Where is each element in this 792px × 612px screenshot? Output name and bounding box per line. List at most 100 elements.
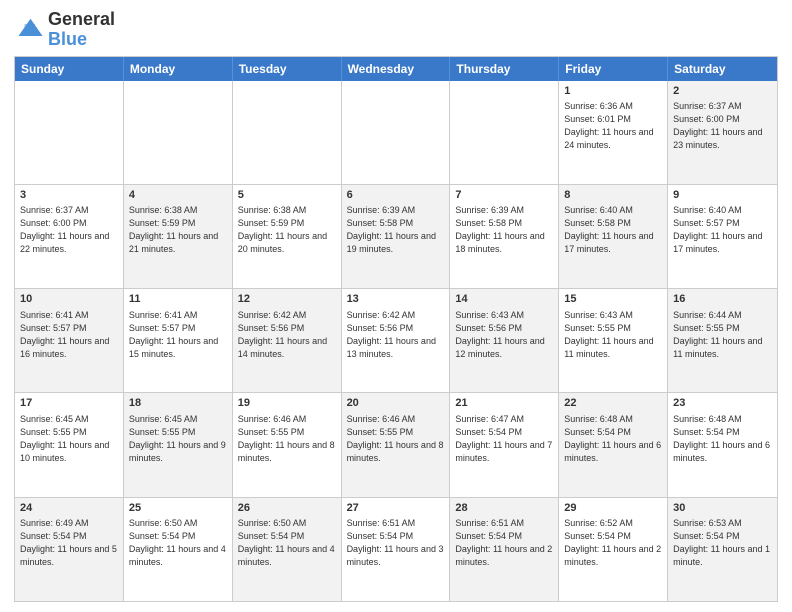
cell-info: Sunrise: 6:46 AM Sunset: 5:55 PM Dayligh…: [347, 413, 445, 465]
cell-info: Sunrise: 6:50 AM Sunset: 5:54 PM Dayligh…: [238, 517, 336, 569]
header-day-saturday: Saturday: [668, 57, 777, 81]
day-number: 9: [673, 188, 772, 203]
header-day-tuesday: Tuesday: [233, 57, 342, 81]
header-day-sunday: Sunday: [15, 57, 124, 81]
calendar-cell-day-15: 15Sunrise: 6:43 AM Sunset: 5:55 PM Dayli…: [559, 289, 668, 392]
cell-info: Sunrise: 6:48 AM Sunset: 5:54 PM Dayligh…: [673, 413, 772, 465]
day-number: 20: [347, 396, 445, 411]
calendar-cell-day-8: 8Sunrise: 6:40 AM Sunset: 5:58 PM Daylig…: [559, 185, 668, 288]
calendar-cell-day-19: 19 Sunrise: 6:46 AM Sunset: 5:55 PM Dayli…: [233, 393, 342, 496]
calendar-cell-day-14: 14 Sunrise: 6:43 AM Sunset: 5:56 PM Dayli…: [450, 289, 559, 392]
calendar-cell-day-30: 30Sunrise: 6:53 AM Sunset: 5:54 PM Dayli…: [668, 498, 777, 601]
day-number: 24: [20, 501, 118, 516]
day-number: 12: [238, 292, 336, 307]
day-number: 27: [347, 501, 445, 516]
calendar-cell-day-21: 21 Sunrise: 6:47 AM Sunset: 5:54 PM Dayli…: [450, 393, 559, 496]
header-day-monday: Monday: [124, 57, 233, 81]
calendar-cell-empty-0-3: [342, 81, 451, 184]
calendar-cell-day-23: 23 Sunrise: 6:48 AM Sunset: 5:54 PM Dayli…: [668, 393, 777, 496]
calendar-cell-day-1: 1Sunrise: 6:36 AM Sunset: 6:01 PM Daylig…: [559, 81, 668, 184]
cell-info: Sunrise: 6:47 AM Sunset: 5:54 PM Dayligh…: [455, 413, 553, 465]
cell-info: Sunrise: 6:37 AM Sunset: 6:00 PM Dayligh…: [20, 204, 118, 256]
calendar-row-1: 3Sunrise: 6:37 AM Sunset: 6:00 PM Daylig…: [15, 184, 777, 288]
day-number: 11: [129, 292, 227, 307]
cell-info: Sunrise: 6:45 AM Sunset: 5:55 PM Dayligh…: [20, 413, 118, 465]
day-number: 19: [238, 396, 336, 411]
calendar-cell-day-9: 9Sunrise: 6:40 AM Sunset: 5:57 PM Daylig…: [668, 185, 777, 288]
header-day-wednesday: Wednesday: [342, 57, 451, 81]
calendar-cell-day-4: 4Sunrise: 6:38 AM Sunset: 5:59 PM Daylig…: [124, 185, 233, 288]
calendar-cell-day-20: 20 Sunrise: 6:46 AM Sunset: 5:55 PM Dayli…: [342, 393, 451, 496]
calendar-row-4: 24Sunrise: 6:49 AM Sunset: 5:54 PM Dayli…: [15, 497, 777, 601]
cell-info: Sunrise: 6:42 AM Sunset: 5:56 PM Dayligh…: [238, 309, 336, 361]
day-number: 13: [347, 292, 445, 307]
cell-info: Sunrise: 6:44 AM Sunset: 5:55 PM Dayligh…: [673, 309, 772, 361]
cell-info: Sunrise: 6:36 AM Sunset: 6:01 PM Dayligh…: [564, 100, 662, 152]
day-number: 30: [673, 501, 772, 516]
calendar-cell-day-10: 10 Sunrise: 6:41 AM Sunset: 5:57 PM Dayli…: [15, 289, 124, 392]
day-number: 21: [455, 396, 553, 411]
cell-info: Sunrise: 6:46 AM Sunset: 5:55 PM Dayligh…: [238, 413, 336, 465]
cell-info: Sunrise: 6:48 AM Sunset: 5:54 PM Dayligh…: [564, 413, 662, 465]
day-number: 1: [564, 84, 662, 99]
calendar-cell-empty-0-2: [233, 81, 342, 184]
calendar-cell-empty-0-0: [15, 81, 124, 184]
cell-info: Sunrise: 6:51 AM Sunset: 5:54 PM Dayligh…: [455, 517, 553, 569]
cell-info: Sunrise: 6:41 AM Sunset: 5:57 PM Dayligh…: [129, 309, 227, 361]
cell-info: Sunrise: 6:52 AM Sunset: 5:54 PM Dayligh…: [564, 517, 662, 569]
cell-info: Sunrise: 6:49 AM Sunset: 5:54 PM Dayligh…: [20, 517, 118, 569]
day-number: 4: [129, 188, 227, 203]
cell-info: Sunrise: 6:40 AM Sunset: 5:58 PM Dayligh…: [564, 204, 662, 256]
day-number: 25: [129, 501, 227, 516]
logo: General Blue: [14, 10, 115, 50]
calendar-cell-day-18: 18 Sunrise: 6:45 AM Sunset: 5:55 PM Dayli…: [124, 393, 233, 496]
calendar-cell-day-2: 2Sunrise: 6:37 AM Sunset: 6:00 PM Daylig…: [668, 81, 777, 184]
cell-info: Sunrise: 6:45 AM Sunset: 5:55 PM Dayligh…: [129, 413, 227, 465]
cell-info: Sunrise: 6:53 AM Sunset: 5:54 PM Dayligh…: [673, 517, 772, 569]
cell-info: Sunrise: 6:39 AM Sunset: 5:58 PM Dayligh…: [347, 204, 445, 256]
calendar-cell-day-22: 22Sunrise: 6:48 AM Sunset: 5:54 PM Dayli…: [559, 393, 668, 496]
header-day-thursday: Thursday: [450, 57, 559, 81]
calendar-cell-day-7: 7Sunrise: 6:39 AM Sunset: 5:58 PM Daylig…: [450, 185, 559, 288]
cell-info: Sunrise: 6:43 AM Sunset: 5:55 PM Dayligh…: [564, 309, 662, 361]
calendar-cell-day-17: 17 Sunrise: 6:45 AM Sunset: 5:55 PM Dayli…: [15, 393, 124, 496]
cell-info: Sunrise: 6:41 AM Sunset: 5:57 PM Dayligh…: [20, 309, 118, 361]
day-number: 3: [20, 188, 118, 203]
header-day-friday: Friday: [559, 57, 668, 81]
day-number: 10: [20, 292, 118, 307]
day-number: 6: [347, 188, 445, 203]
cell-info: Sunrise: 6:39 AM Sunset: 5:58 PM Dayligh…: [455, 204, 553, 256]
calendar-cell-day-13: 13Sunrise: 6:42 AM Sunset: 5:56 PM Dayli…: [342, 289, 451, 392]
cell-info: Sunrise: 6:50 AM Sunset: 5:54 PM Dayligh…: [129, 517, 227, 569]
calendar-cell-empty-0-1: [124, 81, 233, 184]
logo-text: General Blue: [48, 10, 115, 50]
day-number: 16: [673, 292, 772, 307]
day-number: 23: [673, 396, 772, 411]
cell-info: Sunrise: 6:51 AM Sunset: 5:54 PM Dayligh…: [347, 517, 445, 569]
day-number: 14: [455, 292, 553, 307]
cell-info: Sunrise: 6:40 AM Sunset: 5:57 PM Dayligh…: [673, 204, 772, 256]
cell-info: Sunrise: 6:38 AM Sunset: 5:59 PM Dayligh…: [129, 204, 227, 256]
calendar-cell-day-25: 25Sunrise: 6:50 AM Sunset: 5:54 PM Dayli…: [124, 498, 233, 601]
day-number: 26: [238, 501, 336, 516]
cell-info: Sunrise: 6:37 AM Sunset: 6:00 PM Dayligh…: [673, 100, 772, 152]
calendar-cell-day-12: 12 Sunrise: 6:42 AM Sunset: 5:56 PM Dayli…: [233, 289, 342, 392]
day-number: 5: [238, 188, 336, 203]
calendar-cell-day-28: 28Sunrise: 6:51 AM Sunset: 5:54 PM Dayli…: [450, 498, 559, 601]
calendar-cell-day-16: 16 Sunrise: 6:44 AM Sunset: 5:55 PM Dayli…: [668, 289, 777, 392]
day-number: 17: [20, 396, 118, 411]
calendar-cell-day-27: 27Sunrise: 6:51 AM Sunset: 5:54 PM Dayli…: [342, 498, 451, 601]
day-number: 28: [455, 501, 553, 516]
day-number: 18: [129, 396, 227, 411]
calendar-row-3: 17 Sunrise: 6:45 AM Sunset: 5:55 PM Dayli…: [15, 392, 777, 496]
calendar-row-2: 10 Sunrise: 6:41 AM Sunset: 5:57 PM Dayli…: [15, 288, 777, 392]
calendar-cell-day-11: 11 Sunrise: 6:41 AM Sunset: 5:57 PM Dayli…: [124, 289, 233, 392]
calendar: SundayMondayTuesdayWednesdayThursdayFrid…: [14, 56, 778, 602]
cell-info: Sunrise: 6:43 AM Sunset: 5:56 PM Dayligh…: [455, 309, 553, 361]
day-number: 2: [673, 84, 772, 99]
day-number: 29: [564, 501, 662, 516]
header: General Blue: [14, 10, 778, 50]
calendar-cell-empty-0-4: [450, 81, 559, 184]
day-number: 7: [455, 188, 553, 203]
calendar-cell-day-29: 29Sunrise: 6:52 AM Sunset: 5:54 PM Dayli…: [559, 498, 668, 601]
